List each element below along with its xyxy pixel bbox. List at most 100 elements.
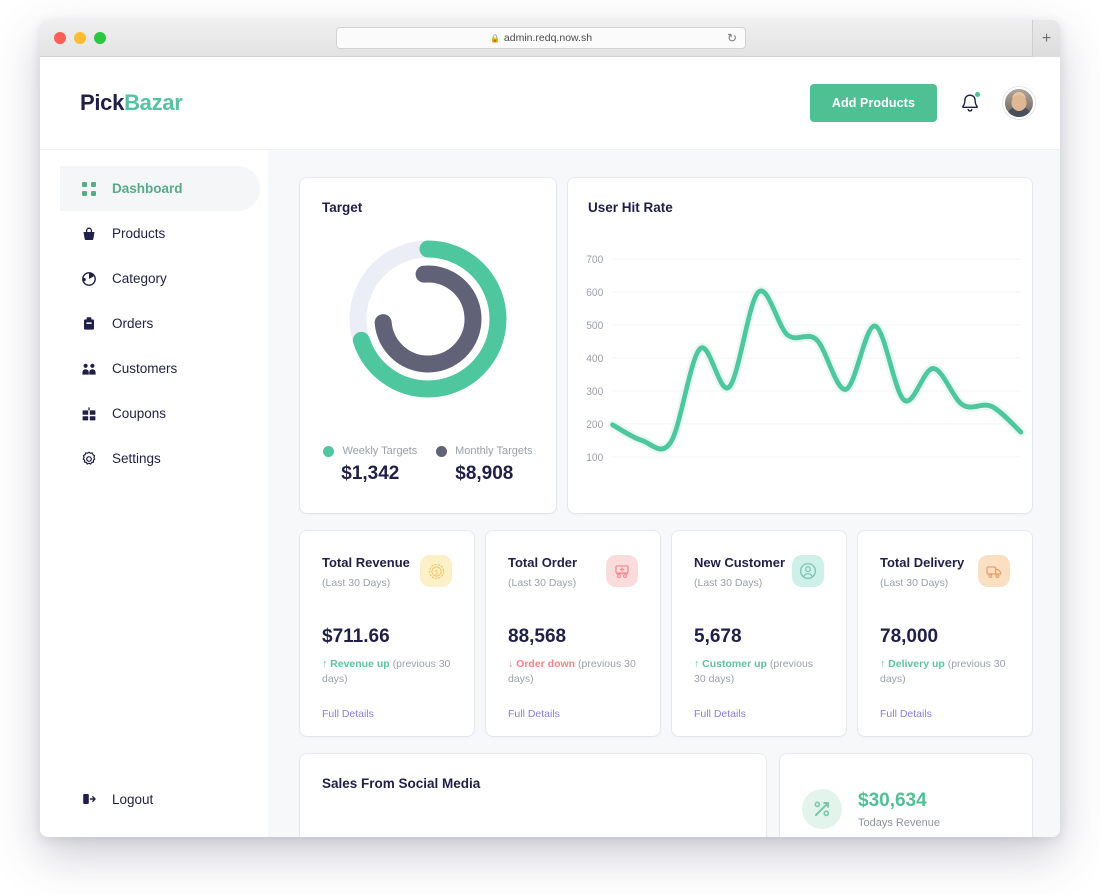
y-axis-tick-label: 200 [586, 419, 603, 431]
stat-card-title: New Customer [694, 555, 786, 570]
sales-social-media-card: Sales From Social Media 70 [300, 754, 766, 837]
stat-card-header: Total Delivery (Last 30 Days) [880, 555, 1010, 589]
stat-card-title: Total Delivery [880, 555, 965, 570]
stat-card: New Customer (Last 30 Days) 5,678 ↑ Custome… [672, 531, 846, 736]
full-details-link[interactable]: Full Details [508, 708, 560, 720]
stat-card-value: 5,678 [694, 626, 742, 647]
notification-bell-button[interactable] [959, 91, 981, 115]
stat-card: Total Order (Last 30 Days) 88,568 ↓ Order d… [486, 531, 660, 736]
sidebar-item-settings[interactable]: Settings [60, 436, 260, 481]
stat-card-subtitle: (Last 30 Days) [880, 577, 949, 589]
url-text: admin.redq.now.sh [503, 32, 593, 44]
todays-revenue-value: $30,634 [858, 789, 927, 811]
legend-item-weekly: Weekly Targets $1,342 [323, 445, 417, 485]
cart-icon [606, 555, 638, 587]
basket-icon [80, 225, 98, 243]
stat-card: Total Revenue (Last 30 Days) $ $711.66 ↑ Rev… [300, 531, 474, 736]
legend-value-monthly: $8,908 [455, 463, 514, 484]
url-bar[interactable]: 🔒 admin.redq.now.sh ↻ [336, 27, 746, 49]
bag-icon [80, 315, 98, 333]
header-actions: Add Products [809, 84, 1035, 122]
sidebar-item-products[interactable]: Products [60, 211, 260, 256]
sidebar-item-coupons[interactable]: Coupons [60, 391, 260, 436]
stat-card-header: Total Order (Last 30 Days) [508, 555, 638, 589]
full-details-link[interactable]: Full Details [322, 708, 374, 720]
lock-icon: 🔒 [489, 33, 500, 43]
sidebar-item-category[interactable]: Category [60, 256, 260, 301]
target-card: Target Weekly Targets $1,342 Monthly Tar… [300, 178, 556, 513]
y-axis-tick-label: 400 [586, 353, 603, 365]
stat-card-header: New Customer (Last 30 Days) [694, 555, 824, 589]
sidebar-item-label: Dashboard [112, 181, 183, 196]
stat-card-subtitle: (Last 30 Days) [694, 577, 763, 589]
user-hit-rate-line-chart: 100 200 300 400 500 600 700 [586, 254, 1026, 464]
ticket-icon [80, 405, 98, 423]
y-axis-tick-label: 500 [586, 320, 603, 332]
legend-label-weekly: Weekly Targets [342, 445, 418, 457]
stat-delta-text: Revenue up [330, 658, 390, 670]
y-axis-tick-label: 100 [586, 451, 603, 463]
stat-card-delta: ↑ Delivery up (previous 30 days) [880, 657, 1010, 687]
dollar-coin-icon: $ [420, 555, 452, 587]
social-card-title: Sales From Social Media [322, 776, 481, 791]
legend-item-monthly: Monthly Targets $8,908 [436, 445, 533, 485]
delivery-truck-icon [978, 555, 1010, 587]
stat-card-titles: Total Delivery (Last 30 Days) [880, 555, 964, 589]
stat-delta-arrow: ↑ [880, 658, 886, 670]
percent-trend-icon [802, 789, 842, 829]
new-tab-button[interactable]: + [1032, 20, 1060, 57]
stat-card-value: 88,568 [508, 626, 567, 647]
legend-value-weekly: $1,342 [341, 463, 400, 484]
target-card-title: Target [322, 200, 363, 215]
todays-revenue-card: $30,634 Todays Revenue [780, 754, 1032, 837]
sidebar-item-dashboard[interactable]: Dashboard [60, 166, 260, 211]
sidebar: Dashboard Products Category Orders Custo… [40, 150, 268, 837]
full-details-link[interactable]: Full Details [880, 708, 932, 720]
add-products-button[interactable]: Add Products [809, 84, 937, 122]
user-hit-rate-card: User Hit Rate 100 200 300 400 500 600 700 [568, 178, 1032, 513]
stat-card: Total Delivery (Last 30 Days) 78,000 ↑ Deli… [858, 531, 1032, 736]
top-row: Target Weekly Targets $1,342 Monthly Tar… [300, 178, 1032, 513]
users-icon [80, 360, 98, 378]
stat-card-subtitle: (Last 30 Days) [322, 577, 391, 589]
grid-icon [80, 180, 98, 198]
close-window-button[interactable] [54, 32, 66, 44]
sidebar-item-label: Orders [112, 316, 154, 331]
chart-line-glow [607, 286, 1026, 454]
chart-y-tick-labels: 100 200 300 400 500 600 700 [586, 254, 603, 464]
stat-delta-arrow: ↑ [322, 658, 328, 670]
sidebar-item-logout[interactable]: Logout [60, 779, 153, 819]
main-content: Target Weekly Targets $1,342 Monthly Tar… [268, 150, 1060, 837]
stat-card-value: 78,000 [880, 626, 939, 647]
stat-card-delta: ↑ Customer up (previous 30 days) [694, 657, 824, 687]
browser-window: 🔒 admin.redq.now.sh ↻ + PickBazar Add Pr… [40, 20, 1060, 837]
reload-icon[interactable]: ↻ [727, 31, 737, 45]
app-logo[interactable]: PickBazar [80, 90, 183, 116]
stat-delta-text: Order down [516, 658, 576, 670]
stat-card-delta: ↑ Revenue up (previous 30 days) [322, 657, 452, 687]
stat-card-titles: New Customer (Last 30 Days) [694, 555, 785, 589]
user-circle-icon [792, 555, 824, 587]
hit-rate-card-title: User Hit Rate [588, 200, 673, 215]
legend-dot-monthly [436, 445, 448, 457]
y-axis-tick-label: 300 [586, 386, 603, 398]
donut-svg [349, 240, 507, 398]
y-axis-tick-label: 700 [586, 254, 603, 266]
sidebar-logout-label: Logout [112, 791, 154, 807]
avatar[interactable] [1003, 87, 1035, 119]
sidebar-item-label: Coupons [112, 406, 167, 421]
todays-revenue-label: Todays Revenue [858, 816, 940, 829]
minimize-window-button[interactable] [74, 32, 86, 44]
traffic-lights [54, 32, 106, 44]
browser-chrome: 🔒 admin.redq.now.sh ↻ + [40, 20, 1060, 57]
stat-card-title: Total Order [508, 555, 578, 570]
gear-icon [80, 450, 98, 468]
full-details-link[interactable]: Full Details [694, 708, 746, 720]
sidebar-item-customers[interactable]: Customers [60, 346, 260, 391]
sidebar-item-orders[interactable]: Orders [60, 301, 260, 346]
maximize-window-button[interactable] [94, 32, 106, 44]
stat-delta-text: Customer up [702, 658, 767, 670]
todays-revenue-text: $30,634 Todays Revenue [858, 790, 940, 829]
logo-text-secondary: Bazar [124, 90, 183, 115]
notification-indicator-dot [975, 92, 980, 97]
